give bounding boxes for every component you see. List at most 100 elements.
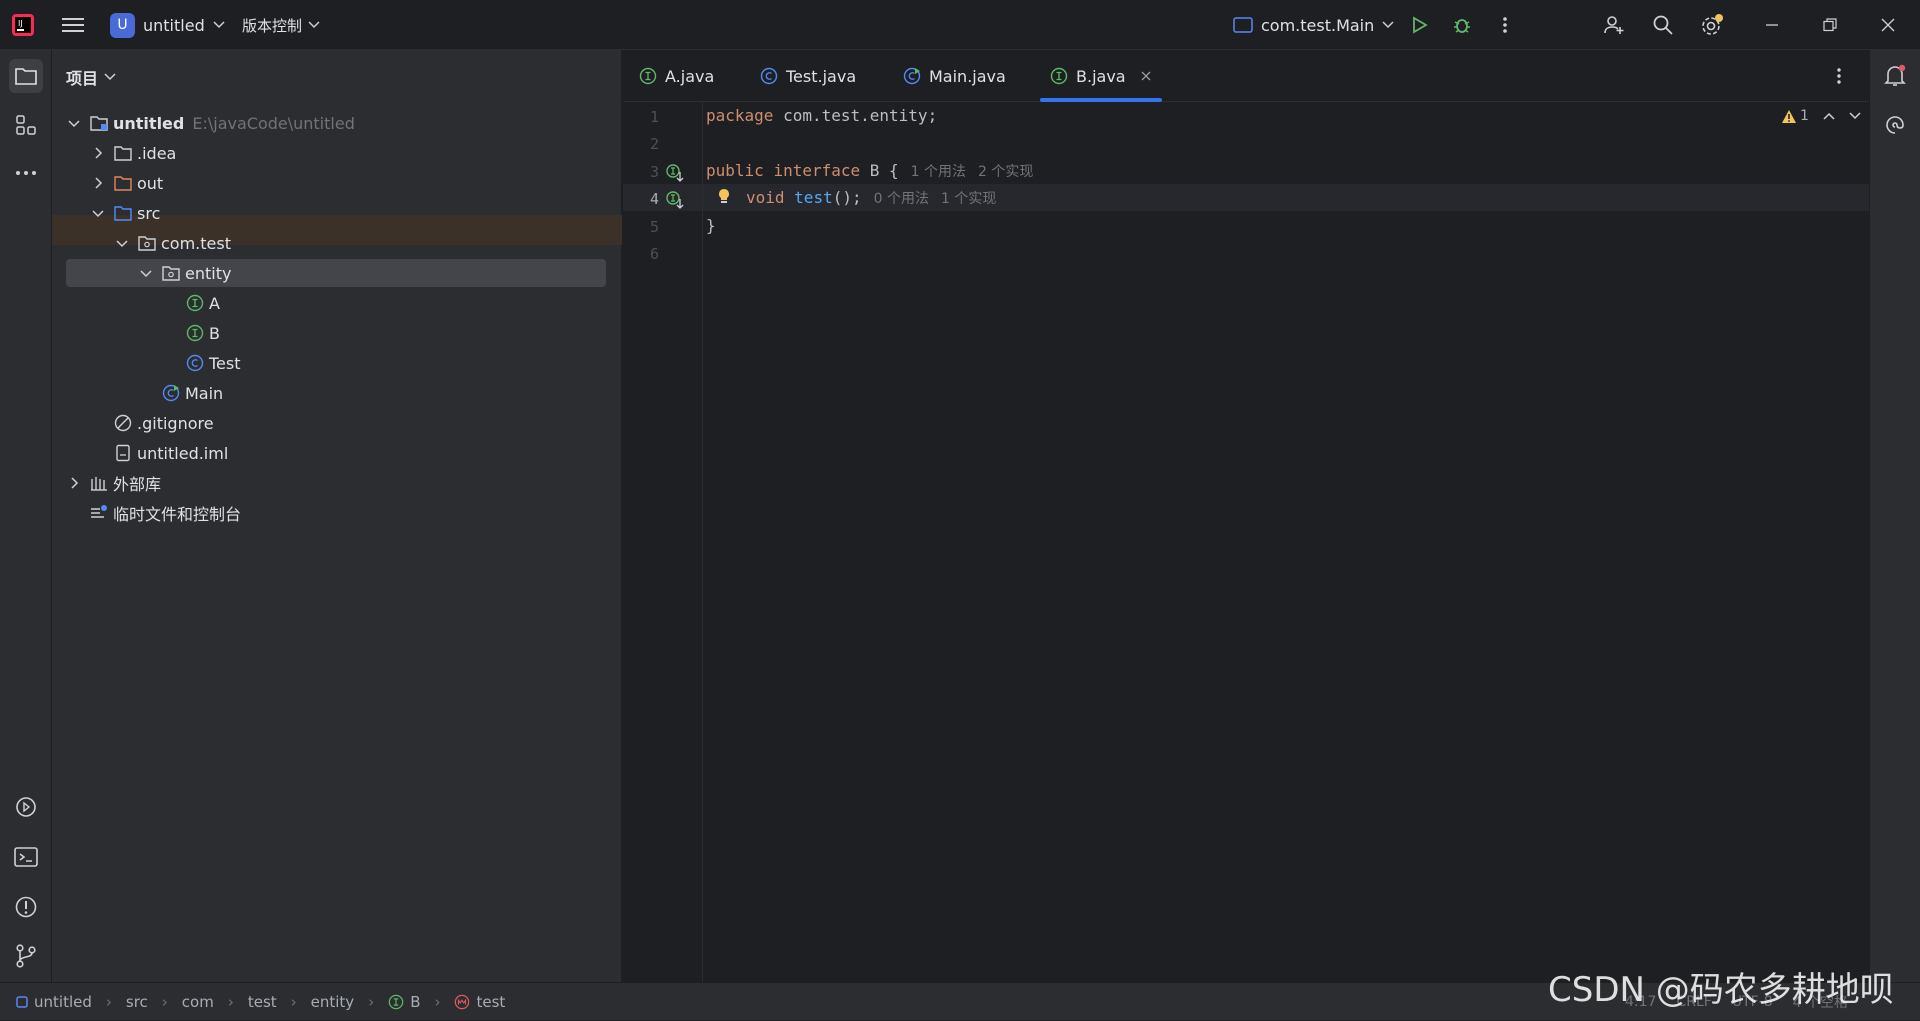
- tab-b-java[interactable]: B.java: [1040, 50, 1162, 102]
- tree-item-external-libraries[interactable]: 外部库: [66, 469, 606, 497]
- project-tool-button[interactable]: [9, 59, 43, 93]
- class-icon: [760, 67, 778, 85]
- usages-inlay-hint[interactable]: 1 个用法: [911, 164, 966, 180]
- tree-item-untitled-iml[interactable]: untitled.iml: [66, 439, 606, 467]
- chevron-up-icon[interactable]: [1823, 112, 1835, 120]
- tree-item-com-test[interactable]: com.test: [66, 229, 606, 257]
- code-text: ();: [832, 188, 862, 207]
- code-method-name: test: [794, 188, 833, 207]
- more-tools-button[interactable]: [9, 156, 43, 190]
- terminal-tool-button[interactable]: [9, 840, 43, 874]
- ignored-file-icon: [114, 414, 132, 432]
- git-tool-button[interactable]: [9, 939, 43, 973]
- inspection-widget[interactable]: 1: [1781, 108, 1861, 124]
- settings-button[interactable]: [1695, 8, 1729, 42]
- breadcrumb-item[interactable]: com: [182, 993, 214, 1011]
- interface-icon: [388, 994, 404, 1009]
- close-tab-icon[interactable]: [1140, 70, 1152, 82]
- structure-tool-button[interactable]: [9, 108, 43, 142]
- usages-inlay-hint[interactable]: 0 个用法: [874, 191, 929, 207]
- tree-item-A[interactable]: A: [66, 289, 606, 317]
- tree-item-out[interactable]: out: [66, 169, 606, 197]
- line-number: 2: [649, 135, 659, 153]
- close-window-button[interactable]: [1871, 8, 1905, 42]
- warning-icon: [1782, 109, 1796, 123]
- warning-counter[interactable]: 1: [1781, 108, 1809, 124]
- tab-main-java[interactable]: Main.java: [903, 50, 1006, 102]
- breadcrumb-item[interactable]: entity: [311, 993, 355, 1011]
- code-text: B {: [860, 161, 899, 180]
- breadcrumb-item[interactable]: test: [476, 993, 505, 1011]
- tab-label: Main.java: [929, 66, 1006, 86]
- hamburger-icon: [62, 18, 84, 32]
- tree-item-gitignore[interactable]: .gitignore: [66, 409, 606, 437]
- tab-a-java[interactable]: A.java: [639, 50, 714, 102]
- code-line-3[interactable]: public interface B {1 个用法 2 个实现: [706, 161, 1033, 181]
- tab-test-java[interactable]: Test.java: [760, 50, 856, 102]
- tree-item-path: E:\javaCode\untitled: [192, 113, 355, 133]
- breadcrumb-item[interactable]: B: [410, 993, 420, 1011]
- intellij-logo-icon[interactable]: IJ: [12, 0, 38, 50]
- debug-button[interactable]: [1445, 8, 1479, 42]
- tree-item-label: A: [209, 293, 220, 313]
- implemented-gutter-icon[interactable]: [665, 190, 685, 210]
- code-line-4[interactable]: void test(); 0 个用法 1 个实现: [706, 188, 996, 208]
- search-button[interactable]: [1646, 8, 1680, 42]
- code-with-me-button[interactable]: [1597, 8, 1631, 42]
- implementations-inlay-hint[interactable]: 2 个实现: [978, 164, 1033, 180]
- tab-options-button[interactable]: [1837, 50, 1841, 102]
- project-widget[interactable]: U untitled: [110, 0, 225, 50]
- run-icon: [1413, 16, 1428, 34]
- main-menu-button[interactable]: [58, 0, 88, 50]
- tree-item-src[interactable]: src: [66, 199, 606, 227]
- folder-icon: [15, 68, 37, 85]
- ai-assistant-button[interactable]: [1878, 108, 1912, 142]
- breadcrumb-item[interactable]: test: [248, 993, 277, 1011]
- tree-item-idea[interactable]: .idea: [66, 139, 606, 167]
- implementations-inlay-hint[interactable]: 1 个实现: [941, 191, 996, 207]
- bug-icon: [1454, 19, 1470, 33]
- title-bar: IJ U untitled 版本控制 com.test.Main: [0, 0, 1920, 50]
- tree-item-Main[interactable]: Main: [66, 379, 606, 407]
- breadcrumb-item[interactable]: untitled: [34, 993, 92, 1011]
- code-line-1[interactable]: package com.test.entity;: [706, 106, 937, 125]
- git-branch-icon: [16, 944, 36, 968]
- project-panel-header[interactable]: 项目: [66, 64, 116, 90]
- restore-button[interactable]: [1813, 8, 1847, 42]
- vcs-widget[interactable]: 版本控制: [242, 0, 320, 50]
- more-actions-button[interactable]: [1488, 8, 1522, 42]
- minimize-button[interactable]: [1755, 8, 1789, 42]
- run-button[interactable]: [1403, 8, 1437, 42]
- code-line-5[interactable]: }: [706, 216, 716, 235]
- implemented-gutter-icon[interactable]: [665, 163, 685, 183]
- lightbulb-icon[interactable]: [706, 188, 746, 207]
- close-icon: [1881, 18, 1895, 32]
- line-number: 6: [649, 245, 659, 263]
- vertical-dots-icon: [1837, 68, 1841, 84]
- problems-tool-button[interactable]: [9, 890, 43, 924]
- problems-icon: [15, 896, 37, 918]
- editor-area: A.java Test.java Main.java B.java 1 2 3 …: [623, 50, 1869, 982]
- breadcrumb-separator: ›: [290, 992, 297, 1011]
- package-icon: [138, 236, 156, 251]
- tree-item-untitled[interactable]: untitled E:\javaCode\untitled: [66, 109, 606, 137]
- tree-item-label: Main: [185, 383, 224, 403]
- breadcrumb-item[interactable]: src: [126, 993, 148, 1011]
- tree-item-B[interactable]: B: [66, 319, 606, 347]
- active-tab-indicator: [1040, 98, 1162, 102]
- run-config-selector[interactable]: com.test.Main: [1233, 0, 1394, 50]
- tree-item-label: Test: [209, 353, 241, 373]
- package-icon: [162, 266, 180, 281]
- tree-item-Test[interactable]: Test: [66, 349, 606, 377]
- runnable-class-icon: [162, 384, 180, 402]
- library-icon: [91, 477, 107, 491]
- module-icon: [16, 995, 28, 1008]
- services-tool-button[interactable]: [9, 790, 43, 824]
- chevron-down-icon[interactable]: [1849, 112, 1861, 120]
- vertical-dots-icon: [1503, 17, 1507, 33]
- tree-item-entity[interactable]: entity: [66, 259, 606, 287]
- tab-label: B.java: [1076, 66, 1126, 86]
- notifications-button[interactable]: [1878, 59, 1912, 93]
- tree-item-scratches[interactable]: 临时文件和控制台: [66, 499, 606, 527]
- folder-icon: [114, 146, 132, 161]
